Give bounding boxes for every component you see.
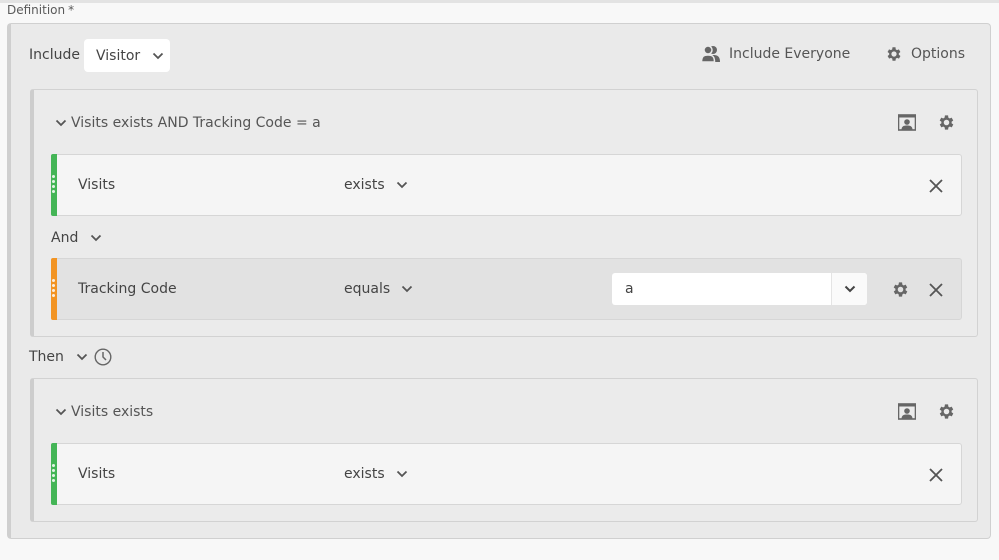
container-2-title[interactable]: Visits exists — [55, 404, 153, 420]
rule-name: Tracking Code — [78, 281, 177, 297]
scope-dropdown[interactable]: Visitor — [84, 39, 170, 72]
drag-handle[interactable] — [51, 443, 57, 505]
operator-value: equals — [344, 281, 391, 297]
top-border — [0, 0, 999, 3]
container-1-title[interactable]: Visits exists AND Tracking Code = a — [55, 115, 321, 131]
chevron-down-icon — [844, 285, 855, 293]
scope-dropdown-value: Visitor — [96, 47, 141, 64]
sequence-label: Then — [29, 349, 64, 365]
options-label: Options — [911, 46, 966, 62]
rule-visits: Visits exists — [51, 154, 962, 216]
clock-icon[interactable] — [94, 348, 112, 366]
value-combobox — [612, 273, 867, 305]
chevron-down-icon — [402, 285, 413, 293]
container-1: Visits exists AND Tracking Code = a Visi… — [30, 89, 978, 337]
options-button[interactable]: Options — [885, 45, 965, 63]
operator-value: exists — [344, 466, 385, 482]
definition-label: Definition * — [7, 3, 74, 17]
container-1-title-text: Visits exists AND Tracking Code = a — [71, 115, 321, 131]
gear-icon[interactable] — [891, 280, 910, 303]
container-2-title-text: Visits exists — [71, 404, 154, 420]
people-icon — [701, 45, 720, 63]
close-icon[interactable] — [929, 467, 943, 486]
container-type-icon[interactable] — [897, 403, 917, 425]
chevron-down-icon — [396, 470, 407, 478]
chevron-down-icon — [55, 119, 67, 127]
drag-handle[interactable] — [51, 154, 57, 216]
include-everyone-label: Include Everyone — [729, 46, 851, 62]
logic-operator-dropdown[interactable]: And — [51, 230, 102, 246]
sequence-dropdown[interactable] — [76, 353, 88, 361]
gear-icon[interactable] — [937, 113, 956, 136]
chevron-down-icon — [396, 181, 407, 189]
operator-dropdown[interactable]: exists — [344, 466, 408, 482]
operator-value: exists — [344, 177, 385, 193]
chevron-down-icon — [152, 48, 164, 64]
gear-icon[interactable] — [937, 402, 956, 425]
chevron-down-icon — [91, 234, 102, 242]
required-mark: * — [68, 3, 75, 17]
sequence-row: Then — [29, 348, 112, 366]
close-icon[interactable] — [929, 178, 943, 197]
rule-visits: Visits exists — [51, 443, 962, 505]
gear-icon — [887, 47, 901, 61]
container-2: Visits exists Visits exists — [30, 378, 978, 522]
rule-tracking-code: Tracking Code equals — [51, 258, 962, 320]
include-label: Include — [29, 47, 80, 63]
definition-label-text: Definition — [7, 3, 66, 17]
logic-operator-value: And — [51, 230, 79, 246]
operator-dropdown[interactable]: equals — [344, 281, 413, 297]
value-input[interactable] — [612, 273, 831, 305]
rule-name: Visits — [78, 177, 116, 193]
rule-name: Visits — [78, 466, 116, 482]
operator-dropdown[interactable]: exists — [344, 177, 408, 193]
container-type-icon[interactable] — [897, 114, 917, 136]
definition-canvas: Include Visitor Include Everyone Options… — [7, 23, 991, 539]
value-dropdown-button[interactable] — [831, 273, 867, 305]
include-everyone-button[interactable]: Include Everyone — [701, 45, 850, 63]
chevron-down-icon — [76, 353, 88, 361]
drag-handle[interactable] — [51, 258, 57, 320]
close-icon[interactable] — [929, 282, 943, 301]
chevron-down-icon — [55, 408, 67, 416]
